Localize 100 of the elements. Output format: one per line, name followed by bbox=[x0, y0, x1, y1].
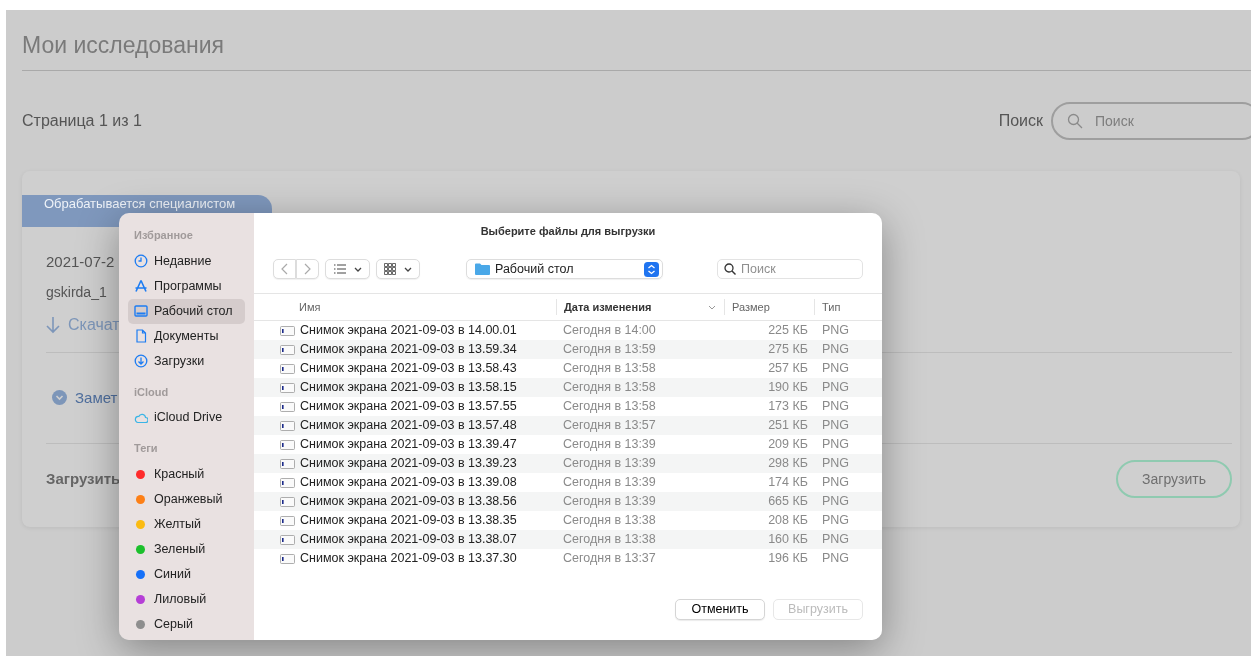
file-name[interactable]: Снимок экрана 2021-09-03 в 14.00.01 bbox=[300, 321, 517, 340]
image-file-icon bbox=[280, 496, 295, 507]
grid-icon bbox=[384, 263, 396, 275]
page-title: Мои исследования bbox=[22, 10, 1251, 71]
sidebar-item[interactable]: Оранжевый bbox=[128, 486, 245, 512]
chevron-circle-icon bbox=[52, 390, 67, 406]
image-file-icon bbox=[280, 401, 295, 412]
list-icon bbox=[333, 264, 346, 274]
file-size: 225 КБ bbox=[767, 322, 809, 340]
folder-icon bbox=[475, 263, 490, 275]
app-store-icon bbox=[134, 279, 148, 293]
file-date: Сегодня в 13:58 bbox=[562, 379, 657, 397]
file-size: 209 КБ bbox=[767, 436, 809, 454]
file-size: 196 КБ bbox=[767, 550, 809, 568]
column-header[interactable]: Дата изменения bbox=[556, 298, 724, 316]
file-type: PNG bbox=[821, 341, 851, 359]
sidebar-item[interactable]: Серый bbox=[128, 611, 245, 637]
sidebar-item[interactable]: Синий bbox=[128, 561, 245, 587]
search-field[interactable]: Поиск bbox=[1051, 102, 1251, 140]
arrow-down-icon bbox=[46, 315, 60, 334]
file-name[interactable]: Снимок экрана 2021-09-03 в 13.39.47 bbox=[300, 435, 517, 454]
file-name[interactable]: Снимок экрана 2021-09-03 в 13.39.08 bbox=[300, 473, 517, 492]
file-name[interactable]: Снимок экрана 2021-09-03 в 13.38.07 bbox=[300, 530, 517, 549]
back-button[interactable] bbox=[273, 259, 296, 279]
chevron-left-icon bbox=[281, 263, 288, 275]
sidebar-item[interactable]: Желтый bbox=[128, 511, 245, 537]
image-file-icon bbox=[280, 553, 295, 564]
file-size: 665 КБ bbox=[767, 493, 809, 511]
file-size: 298 КБ bbox=[767, 455, 809, 473]
sidebar-item[interactable]: Рабочий стол bbox=[128, 298, 245, 324]
file-date: Сегодня в 13:38 bbox=[562, 512, 657, 530]
column-header[interactable]: Тип bbox=[814, 298, 882, 316]
caret-icon bbox=[404, 266, 412, 272]
desktop-icon bbox=[134, 304, 148, 318]
file-name[interactable]: Снимок экрана 2021-09-03 в 13.57.55 bbox=[300, 397, 517, 416]
column-header[interactable]: Размер bbox=[724, 298, 814, 316]
file-type: PNG bbox=[821, 550, 851, 568]
list-view-button[interactable] bbox=[325, 259, 370, 279]
dialog-button[interactable]: Отменить bbox=[675, 599, 765, 620]
search-icon bbox=[1067, 113, 1083, 129]
file-date: Сегодня в 13:39 bbox=[562, 455, 657, 473]
file-type: PNG bbox=[821, 455, 851, 473]
file-name[interactable]: Снимок экрана 2021-09-03 в 13.37.30 bbox=[300, 549, 517, 568]
file-type: PNG bbox=[821, 398, 851, 416]
location-dropdown[interactable]: Рабочий стол bbox=[466, 259, 663, 279]
file-size: 160 КБ bbox=[767, 531, 809, 549]
sidebar-item[interactable]: Программы bbox=[128, 273, 245, 299]
image-file-icon bbox=[280, 363, 295, 374]
chevron-right-icon bbox=[304, 263, 311, 275]
sidebar-item[interactable]: Лиловый bbox=[128, 586, 245, 612]
file-size: 174 КБ bbox=[767, 474, 809, 492]
grid-view-button[interactable] bbox=[376, 259, 420, 279]
user-name: gskirda_1 bbox=[46, 282, 107, 302]
file-type: PNG bbox=[821, 379, 851, 397]
file-date: Сегодня в 13:37 bbox=[562, 550, 657, 568]
forward-button[interactable] bbox=[296, 259, 319, 279]
file-type: PNG bbox=[821, 322, 851, 340]
date-text: 2021-07-2 bbox=[46, 252, 115, 272]
file-date: Сегодня в 13:39 bbox=[562, 474, 657, 492]
file-name[interactable]: Снимок экрана 2021-09-03 в 13.39.23 bbox=[300, 454, 517, 473]
file-date: Сегодня в 13:38 bbox=[562, 531, 657, 549]
file-size: 251 КБ bbox=[767, 417, 809, 435]
upload-label: Загрузить bbox=[46, 468, 121, 489]
sidebar-item[interactable]: Недавние bbox=[128, 248, 245, 274]
section-heading: Теги bbox=[133, 441, 159, 456]
dialog-title: Выберите файлы для выгрузки bbox=[479, 224, 657, 239]
image-file-icon bbox=[280, 325, 295, 336]
sidebar-item[interactable]: Документы bbox=[128, 323, 245, 349]
download-icon bbox=[134, 354, 148, 368]
file-date: Сегодня в 13:39 bbox=[562, 493, 657, 511]
file-date: Сегодня в 14:00 bbox=[562, 322, 657, 340]
sidebar-item[interactable]: Красный bbox=[128, 461, 245, 487]
stepper-icon bbox=[644, 261, 659, 277]
file-size: 208 КБ bbox=[767, 512, 809, 530]
file-type: PNG bbox=[821, 436, 851, 454]
sidebar-item[interactable]: Зеленый bbox=[128, 536, 245, 562]
sidebar-item[interactable]: iCloud Drive bbox=[128, 405, 245, 430]
file-name[interactable]: Снимок экрана 2021-09-03 в 13.57.48 bbox=[300, 416, 517, 435]
file-name[interactable]: Снимок экрана 2021-09-03 в 13.38.56 bbox=[300, 492, 517, 511]
section-heading: iCloud bbox=[133, 384, 170, 400]
sidebar-item[interactable]: Загрузки bbox=[128, 348, 245, 374]
column-header[interactable]: Имя bbox=[254, 298, 556, 316]
section-heading: Избранное bbox=[133, 228, 194, 243]
image-file-icon bbox=[280, 344, 295, 355]
file-size: 257 КБ bbox=[767, 360, 809, 378]
file-name[interactable]: Снимок экрана 2021-09-03 в 13.58.43 bbox=[300, 359, 517, 378]
file-type: PNG bbox=[821, 360, 851, 378]
clock-icon bbox=[134, 254, 148, 268]
file-date: Сегодня в 13:39 bbox=[562, 436, 657, 454]
image-file-icon bbox=[280, 477, 295, 488]
file-name[interactable]: Снимок экрана 2021-09-03 в 13.59.34 bbox=[300, 340, 517, 359]
file-name[interactable]: Снимок экрана 2021-09-03 в 13.58.15 bbox=[300, 378, 517, 397]
file-name[interactable]: Снимок экрана 2021-09-03 в 13.38.35 bbox=[300, 511, 517, 530]
file-type: PNG bbox=[821, 512, 851, 530]
image-file-icon bbox=[280, 439, 295, 450]
image-file-icon bbox=[280, 458, 295, 469]
file-type: PNG bbox=[821, 474, 851, 492]
pagination-text: Страница 1 из 1 bbox=[22, 111, 142, 131]
image-file-icon bbox=[280, 534, 295, 545]
file-type: PNG bbox=[821, 531, 851, 549]
